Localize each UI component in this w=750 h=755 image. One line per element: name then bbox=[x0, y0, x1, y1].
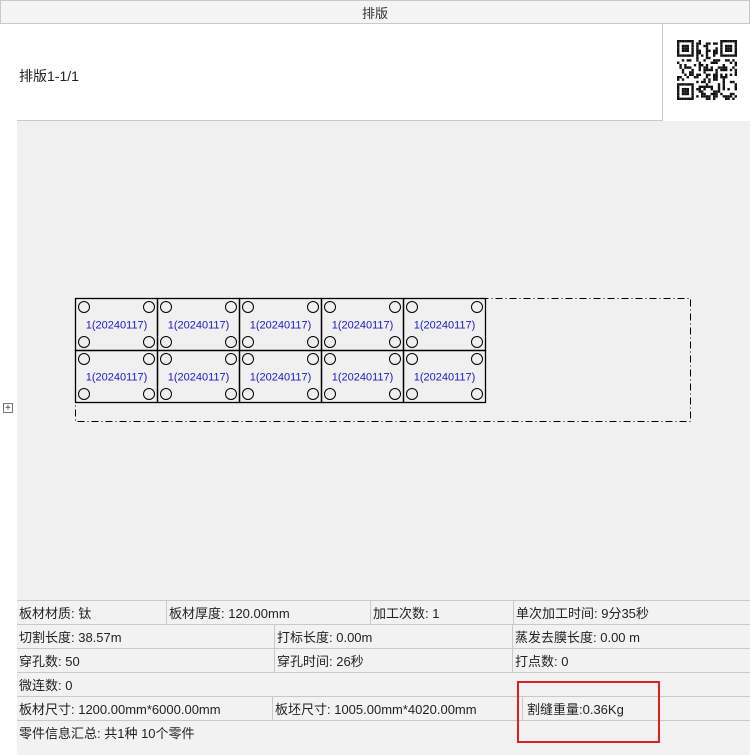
nesting-canvas[interactable]: 1(20240117) 1(20240117) 1(20240117) 1(20240… bbox=[17, 121, 750, 600]
part-hole bbox=[242, 353, 254, 365]
part-hole bbox=[160, 388, 172, 400]
part-hole bbox=[160, 353, 172, 365]
window-title-bar: 排版 bbox=[0, 0, 750, 24]
part-label: 1(20240117) bbox=[86, 320, 148, 332]
thickness-cell: 板材厚度: 120.00mm bbox=[167, 601, 371, 624]
blank-size-cell: 板坯尺寸: 1005.00mm*4020.00mm bbox=[273, 697, 523, 720]
part-hole bbox=[225, 388, 237, 400]
dot-count-cell: 打点数: 0 bbox=[515, 654, 569, 669]
part-label: 1(20240117) bbox=[332, 320, 394, 332]
part-hole bbox=[78, 336, 90, 348]
part-hole bbox=[143, 388, 155, 400]
part-label: 1(20240117) bbox=[86, 372, 148, 384]
part-hole bbox=[471, 353, 483, 365]
process-count-cell: 加工次数: 1 bbox=[371, 601, 514, 624]
part-hole bbox=[242, 388, 254, 400]
part-hole bbox=[225, 336, 237, 348]
qr-code-icon bbox=[677, 40, 737, 100]
single-time-cell: 单次加工时间: 9分35秒 bbox=[516, 606, 649, 621]
part-hole bbox=[406, 353, 418, 365]
part-hole bbox=[324, 388, 336, 400]
material-cell: 板材材质: 钛 bbox=[17, 601, 167, 624]
part-hole bbox=[389, 301, 401, 313]
part-hole bbox=[389, 353, 401, 365]
part-hole bbox=[324, 301, 336, 313]
window-title: 排版 bbox=[361, 5, 388, 21]
part-hole bbox=[389, 388, 401, 400]
part-hole bbox=[78, 353, 90, 365]
part-hole bbox=[143, 353, 155, 365]
nesting-title: 排版1-1/1 bbox=[19, 68, 79, 84]
expand-plus-icon[interactable]: + bbox=[3, 403, 13, 413]
nesting-header: 排版1-1/1 bbox=[17, 24, 750, 121]
part-label: 1(20240117) bbox=[414, 320, 476, 332]
part-hole bbox=[324, 336, 336, 348]
part-label: 1(20240117) bbox=[250, 320, 312, 332]
qr-code-panel bbox=[662, 24, 750, 121]
part-label: 1(20240117) bbox=[250, 372, 312, 384]
part-hole bbox=[78, 301, 90, 313]
part-label: 1(20240117) bbox=[168, 320, 230, 332]
part-hole bbox=[307, 336, 319, 348]
cut-length-cell: 切割长度: 38.57m bbox=[17, 625, 275, 648]
part-hole bbox=[307, 388, 319, 400]
part-hole bbox=[406, 336, 418, 348]
part-hole bbox=[242, 336, 254, 348]
part-hole bbox=[471, 336, 483, 348]
part-hole bbox=[143, 336, 155, 348]
part-hole bbox=[143, 301, 155, 313]
part-hole bbox=[307, 301, 319, 313]
info-row-1: 板材材质: 钛 板材厚度: 120.00mm 加工次数: 1 单次加工时间: 9… bbox=[17, 600, 750, 624]
part-hole bbox=[307, 353, 319, 365]
left-gutter: + bbox=[0, 24, 17, 755]
pierce-count-cell: 穿孔数: 50 bbox=[17, 649, 275, 672]
part-hole bbox=[160, 301, 172, 313]
info-row-3: 穿孔数: 50 穿孔时间: 26秒 打点数: 0 bbox=[17, 648, 750, 672]
part-hole bbox=[471, 388, 483, 400]
part-hole bbox=[160, 336, 172, 348]
part-hole bbox=[78, 388, 90, 400]
info-row-2: 切割长度: 38.57m 打标长度: 0.00m 蒸发去膜长度: 0.00 m bbox=[17, 624, 750, 648]
part-hole bbox=[225, 301, 237, 313]
kerf-weight-highlight bbox=[517, 681, 660, 743]
nesting-drawing: 1(20240117) 1(20240117) 1(20240117) 1(20240… bbox=[74, 297, 691, 422]
part-hole bbox=[324, 353, 336, 365]
sheet-size-cell: 板材尺寸: 1200.00mm*6000.00mm bbox=[17, 697, 273, 720]
part-label: 1(20240117) bbox=[414, 372, 476, 384]
part-hole bbox=[471, 301, 483, 313]
part-hole bbox=[406, 301, 418, 313]
pierce-time-cell: 穿孔时间: 26秒 bbox=[275, 649, 513, 672]
part-hole bbox=[242, 301, 254, 313]
evap-length-cell: 蒸发去膜长度: 0.00 m bbox=[515, 630, 640, 645]
part-hole bbox=[389, 336, 401, 348]
part-label: 1(20240117) bbox=[168, 372, 230, 384]
part-hole bbox=[225, 353, 237, 365]
mark-length-cell: 打标长度: 0.00m bbox=[275, 625, 513, 648]
part-hole bbox=[406, 388, 418, 400]
part-label: 1(20240117) bbox=[332, 372, 394, 384]
